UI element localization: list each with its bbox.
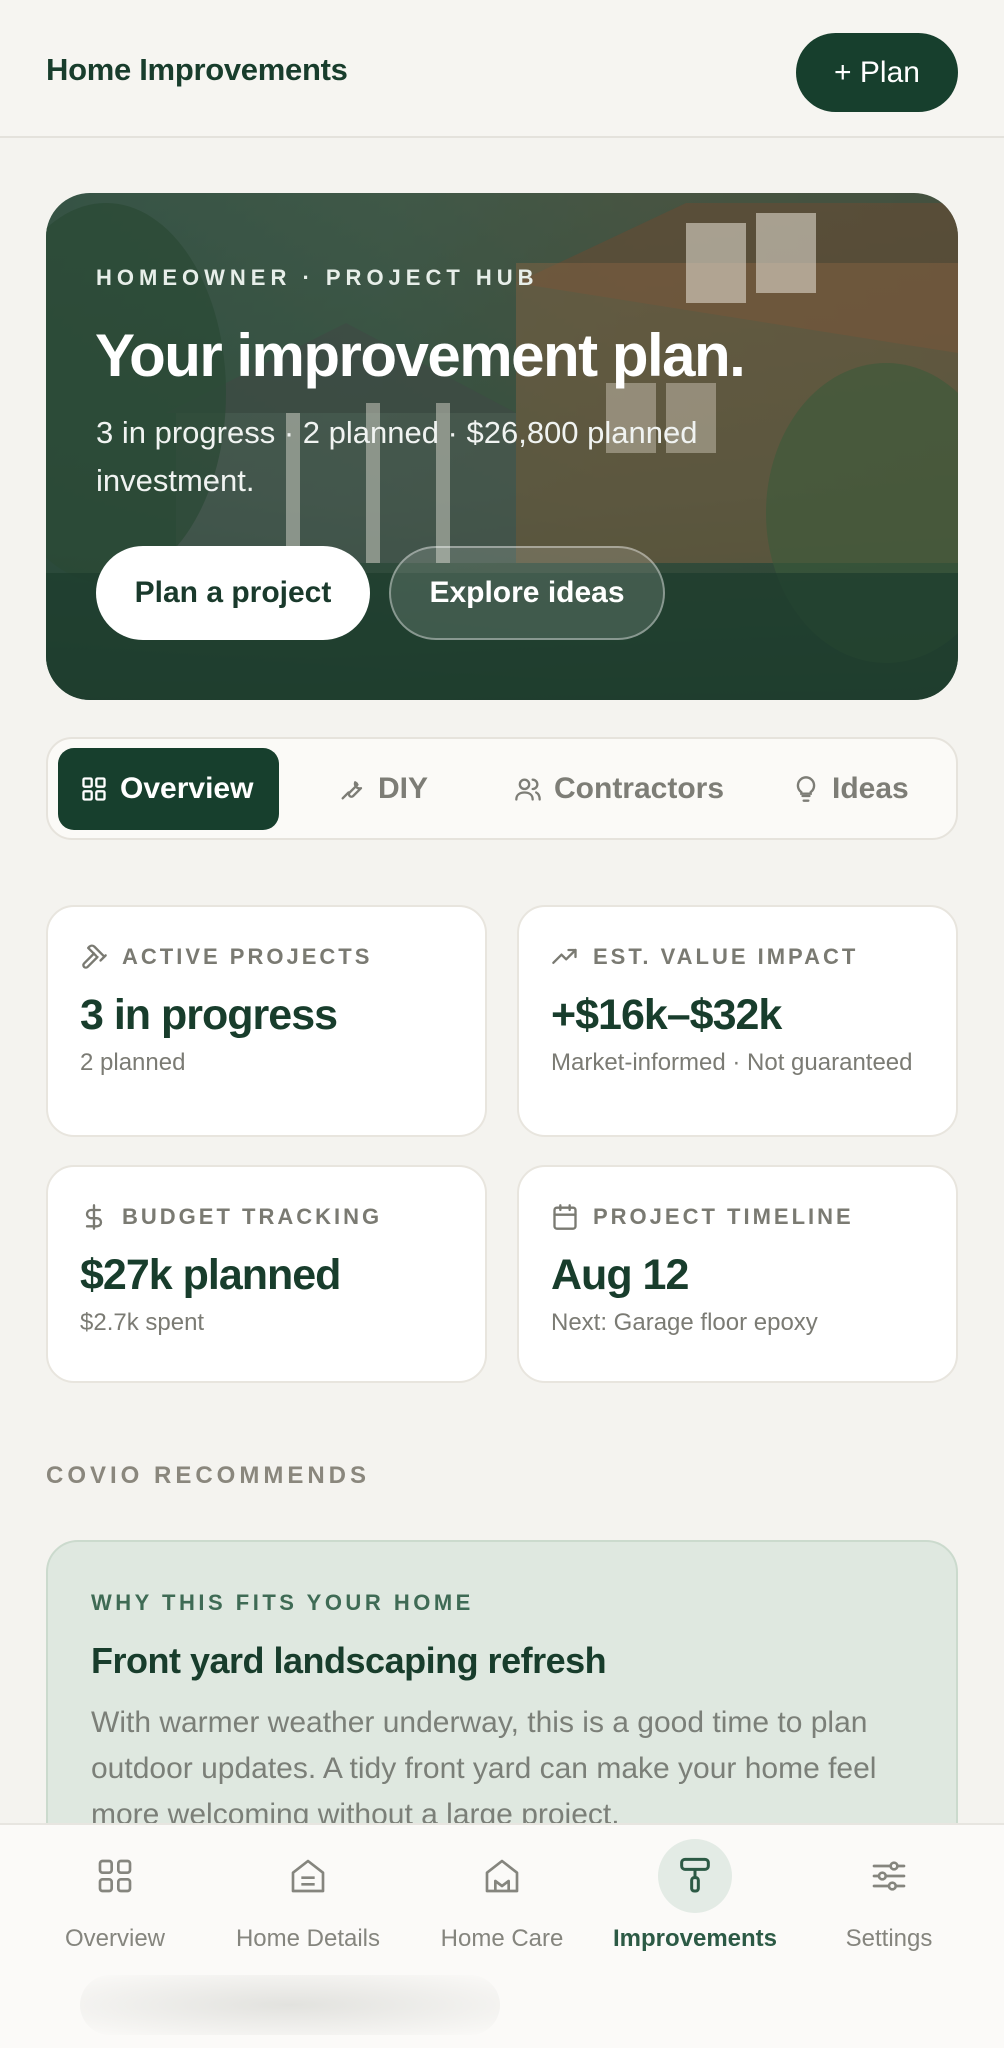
sliders-icon	[852, 1839, 926, 1913]
card-subtext: 2 planned	[80, 1049, 186, 1076]
budget-tracking-card[interactable]: BUDGET TRACKING $27k planned $2.7k spent	[46, 1165, 487, 1383]
card-subtext: Next: Garage floor epoxy	[551, 1309, 818, 1336]
nav-item-improvements[interactable]: Improvements	[600, 1839, 790, 1953]
nav-label: Improvements	[612, 1925, 778, 1952]
app-header: Home Improvements + Plan	[0, 0, 1004, 138]
card-label-text: EST. VALUE IMPACT	[593, 944, 859, 969]
hero-subtitle: 3 in progress · 2 planned · $26,800 plan…	[96, 415, 698, 498]
nav-item-home-care[interactable]: Home Care	[407, 1839, 597, 1953]
grid-icon	[78, 1839, 152, 1913]
calendar-icon	[553, 1204, 577, 1230]
value-impact-card[interactable]: EST. VALUE IMPACT +$16k–$32k Market-info…	[517, 905, 958, 1137]
hero-title: Your improvement plan.	[95, 322, 746, 389]
nav-label: Home Care	[440, 1925, 564, 1952]
tab-label: Contractors	[554, 772, 725, 805]
page-title: Home Improvements	[46, 52, 348, 87]
explore-ideas-button[interactable]: Explore ideas	[389, 546, 665, 640]
plan-project-button[interactable]: Plan a project	[96, 546, 370, 640]
nav-label: Overview	[64, 1925, 166, 1952]
nav-item-overview[interactable]: Overview	[20, 1839, 210, 1953]
home-indicator	[80, 1975, 500, 2035]
card-subtext: Market-informed · Not guaranteed	[551, 1049, 913, 1076]
recommendation-eyebrow: WHY THIS FITS YOUR HOME	[91, 1590, 474, 1615]
card-value: $27k planned	[80, 1251, 341, 1299]
grid-icon	[82, 777, 106, 801]
section-tabs: Overview DIY Contractors Ideas	[46, 737, 958, 840]
hero-banner: HOMEOWNER · PROJECT HUB Your improvement…	[46, 193, 958, 700]
tab-label: DIY	[378, 772, 429, 805]
wrench-icon	[341, 781, 363, 800]
house-details-icon	[271, 1839, 345, 1913]
tab-contractors[interactable]: Contractors	[514, 748, 724, 830]
hero-eyebrow: HOMEOWNER · PROJECT HUB	[96, 265, 539, 290]
tab-ideas[interactable]: Ideas	[792, 748, 909, 830]
card-label: BUDGET TRACKING	[80, 1203, 382, 1231]
paint-roller-icon	[658, 1839, 732, 1913]
card-label-text: ACTIVE PROJECTS	[122, 944, 373, 969]
recommendations-heading: COVIO RECOMMENDS	[46, 1462, 371, 1489]
users-icon	[515, 778, 541, 801]
nav-label: Settings	[845, 1925, 933, 1952]
card-subtext: $2.7k spent	[80, 1309, 205, 1336]
card-value: +$16k–$32k	[551, 991, 782, 1039]
card-value: Aug 12	[551, 1251, 689, 1299]
add-plan-button[interactable]: + Plan	[796, 33, 958, 112]
tab-label: Ideas	[832, 772, 909, 805]
dollar-icon	[85, 1204, 103, 1230]
nav-item-settings[interactable]: Settings	[794, 1839, 984, 1953]
card-label: PROJECT TIMELINE	[551, 1203, 854, 1231]
trending-up-icon	[552, 948, 577, 964]
project-timeline-card[interactable]: PROJECT TIMELINE Aug 12 Next: Garage flo…	[517, 1165, 958, 1383]
recommendation-title: Front yard landscaping refresh	[91, 1640, 607, 1681]
card-label-text: BUDGET TRACKING	[122, 1204, 383, 1229]
card-label: EST. VALUE IMPACT	[551, 943, 858, 971]
tab-overview[interactable]: Overview	[58, 748, 280, 830]
hammer-icon	[82, 944, 107, 969]
active-projects-card[interactable]: ACTIVE PROJECTS 3 in progress 2 planned	[46, 905, 487, 1137]
tab-label: Overview	[120, 772, 254, 805]
card-label: ACTIVE PROJECTS	[80, 943, 372, 971]
nav-label: Home Details	[235, 1925, 381, 1952]
lightbulb-icon	[796, 776, 816, 802]
house-care-icon	[465, 1839, 539, 1913]
recommendation-body: With warmer weather underway, this is a …	[91, 1706, 877, 1831]
card-label-text: PROJECT TIMELINE	[593, 1204, 854, 1229]
tab-diy[interactable]: DIY	[338, 748, 428, 830]
nav-item-home-details[interactable]: Home Details	[213, 1839, 403, 1953]
card-value: 3 in progress	[80, 991, 338, 1039]
